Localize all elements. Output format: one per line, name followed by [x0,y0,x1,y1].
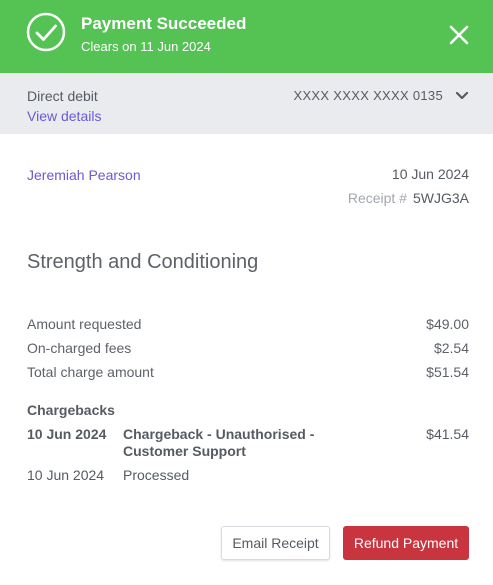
chargeback-date: 10 Jun 2024 [27,467,105,483]
close-icon[interactable] [445,21,473,49]
status-title: Payment Succeeded [81,14,247,33]
chargeback-description: Chargeback - Unauthorised - Customer Sup… [123,426,315,459]
payment-method-label: Direct debit [27,88,98,104]
receipt-number: Receipt # 5WJG3A [348,190,469,206]
chargeback-status: Processed [123,467,190,483]
amount-value: $51.54 [426,364,469,380]
amount-label: Total charge amount [27,364,154,380]
refund-payment-button[interactable]: Refund Payment [343,526,469,560]
view-details-link[interactable]: View details [27,108,101,124]
amount-row: Amount requested $49.00 [27,316,469,332]
item-title: Strength and Conditioning [27,251,259,273]
amount-row: Total charge amount $51.54 [27,364,469,380]
chevron-down-icon[interactable] [454,90,470,102]
chargebacks-heading: Chargebacks [27,402,115,418]
check-circle-icon [26,12,66,52]
amount-label: Amount requested [27,316,142,332]
amount-row: On-charged fees $2.54 [27,340,469,356]
amount-value: $49.00 [426,316,469,332]
chargeback-date: 10 Jun 2024 [27,426,107,442]
payment-date: 10 Jun 2024 [391,166,469,182]
masked-account-number: XXXX XXXX XXXX 0135 [293,88,443,103]
chargeback-amount: $41.54 [426,426,469,442]
payer-name-link[interactable]: Jeremiah Pearson [27,167,141,183]
amount-label: On-charged fees [27,340,132,356]
status-header: Payment Succeeded Clears on 11 Jun 2024 [0,0,493,73]
receipt-label: Receipt # [347,190,407,206]
payment-method-bar: Direct debit View details XXXX XXXX XXXX… [0,73,493,134]
receipt-value: 5WJG3A [412,190,469,206]
amount-value: $2.54 [433,340,469,356]
email-receipt-button[interactable]: Email Receipt [221,526,330,560]
clear-date: Clears on 11 Jun 2024 [81,39,211,54]
